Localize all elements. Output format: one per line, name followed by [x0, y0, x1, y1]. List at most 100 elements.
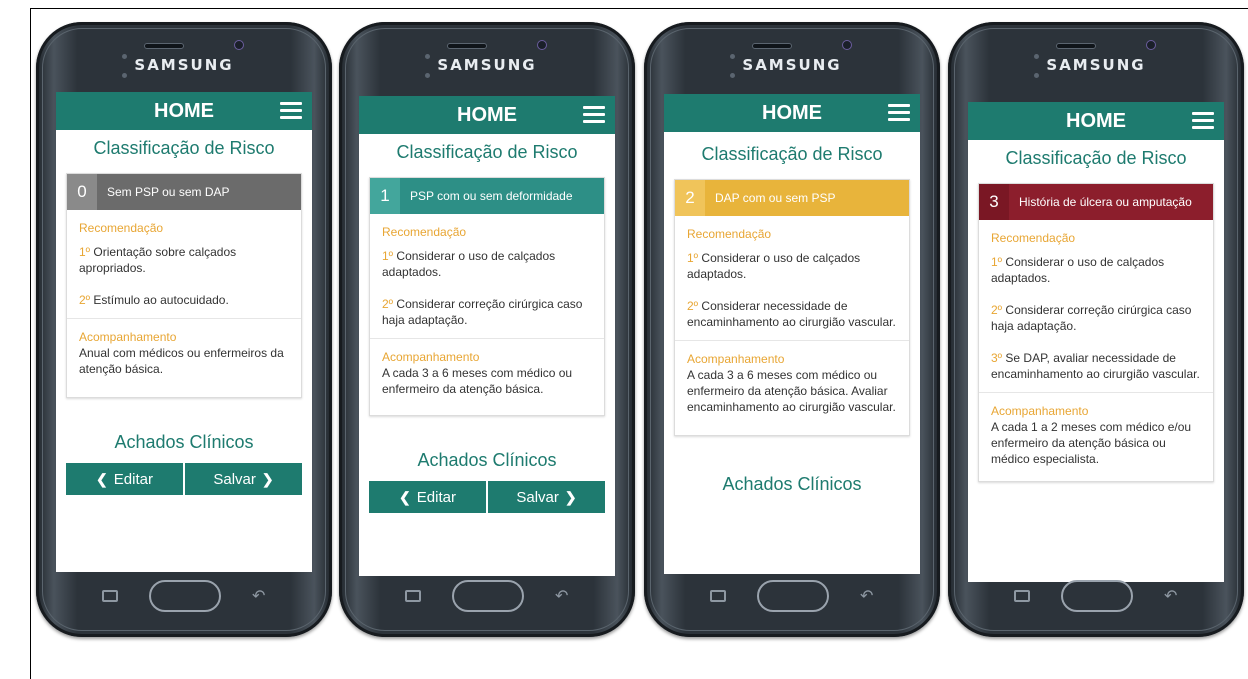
follow-up-title: Acompanhamento: [79, 330, 177, 344]
clinical-findings-title: Achados Clínicos: [114, 432, 254, 452]
item-text: Considerar o uso de calçados adaptados.: [382, 249, 556, 279]
risk-card: 1 PSP com ou sem deformidade Recomendaçã…: [369, 177, 605, 416]
follow-up-title: Acompanhamento: [687, 352, 785, 366]
follow-up-section: Acompanhamento A cada 1 a 2 meses com mé…: [979, 392, 1213, 481]
recommendation-title: Recomendação: [687, 227, 772, 241]
risk-level-label: DAP com ou sem PSP: [715, 191, 836, 205]
phone-1: SAMSUNG HOME Classificação de Risco 1 PS…: [339, 22, 635, 637]
app-title: HOME: [762, 102, 822, 124]
chevron-left-icon: ❮: [96, 470, 108, 487]
risk-level-number: 2: [675, 180, 705, 216]
follow-up-text: A cada 3 a 6 meses com médico ou enferme…: [687, 368, 896, 414]
risk-level-label: Sem PSP ou sem DAP: [107, 185, 230, 199]
back-icon[interactable]: ↶: [252, 586, 265, 605]
follow-up-text: A cada 1 a 2 meses com médico e/ou enfer…: [991, 420, 1192, 466]
item-ordinal: 1º: [79, 245, 91, 259]
save-button[interactable]: Salvar ❯: [486, 481, 605, 513]
recommendation-item: 1º Considerar o uso de calçados adaptado…: [382, 248, 592, 280]
home-button[interactable]: [1061, 580, 1133, 612]
recent-apps-icon[interactable]: [102, 590, 118, 602]
hardware-nav: ↶: [948, 578, 1244, 618]
item-ordinal: 3º: [991, 351, 1003, 365]
recent-apps-icon[interactable]: [405, 590, 421, 602]
page-title: Classificação de Risco: [701, 144, 883, 164]
hardware-nav: ↶: [339, 578, 635, 618]
item-ordinal: 2º: [687, 299, 699, 313]
hamburger-menu-icon[interactable]: [1192, 112, 1214, 130]
item-ordinal: 1º: [687, 251, 699, 265]
item-text: Considerar correção cirúrgica caso haja …: [382, 297, 583, 327]
page-title: Classificação de Risco: [93, 138, 275, 158]
risk-level-header: 3 História de úlcera ou amputação: [979, 184, 1213, 220]
chevron-right-icon: ❯: [261, 470, 274, 487]
risk-level-label: História de úlcera ou amputação: [1019, 195, 1192, 209]
back-icon[interactable]: ↶: [1164, 586, 1177, 605]
risk-card: 3 História de úlcera ou amputação Recome…: [978, 183, 1214, 482]
front-camera: [1146, 40, 1156, 50]
edit-button[interactable]: ❮ Editar: [66, 463, 183, 495]
app-bar: HOME: [359, 96, 615, 134]
risk-level-header: 1 PSP com ou sem deformidade: [370, 178, 604, 214]
risk-card: 2 DAP com ou sem PSP Recomendação 1º Con…: [674, 179, 910, 436]
follow-up-title: Acompanhamento: [991, 404, 1089, 418]
hamburger-menu-icon[interactable]: [583, 106, 605, 124]
page-title: Classificação de Risco: [396, 142, 578, 162]
earpiece-speaker: [447, 43, 487, 49]
home-button[interactable]: [757, 580, 829, 612]
recommendation-item: 1º Considerar o uso de calçados adaptado…: [687, 250, 897, 282]
save-label: Salvar: [516, 488, 559, 506]
back-icon[interactable]: ↶: [860, 586, 873, 605]
screen: HOME Classificação de Risco 2 DAP com ou…: [664, 94, 920, 574]
screen: HOME Classificação de Risco 1 PSP com ou…: [359, 96, 615, 576]
item-ordinal: 2º: [382, 297, 394, 311]
item-text: Orientação sobre calçados apropriados.: [79, 245, 237, 275]
app-title: HOME: [154, 100, 214, 122]
item-ordinal: 2º: [991, 303, 1003, 317]
recommendation-item: 3º Se DAP, avaliar necessidade de encami…: [991, 350, 1201, 382]
phone-2: SAMSUNG HOME Classificação de Risco 2 DA…: [644, 22, 940, 637]
follow-up-section: Acompanhamento A cada 3 a 6 meses com mé…: [675, 340, 909, 435]
hardware-nav: ↶: [36, 578, 332, 618]
recent-apps-icon[interactable]: [1014, 590, 1030, 602]
home-button[interactable]: [149, 580, 221, 612]
phone-3: SAMSUNG HOME Classificação de Risco 3 Hi…: [948, 22, 1244, 637]
risk-level-number: 3: [979, 184, 1009, 220]
item-ordinal: 1º: [991, 255, 1003, 269]
brand-logo: SAMSUNG: [742, 56, 842, 74]
sensor-dots: [730, 44, 742, 78]
back-icon[interactable]: ↶: [555, 586, 568, 605]
recommendation-item: 2º Estímulo ao autocuidado.: [79, 292, 289, 308]
action-buttons: ❮ Editar Salvar ❯: [66, 463, 302, 495]
earpiece-speaker: [752, 43, 792, 49]
recommendation-title: Recomendação: [79, 221, 164, 235]
item-text: Estímulo ao autocuidado.: [90, 293, 229, 307]
follow-up-text: Anual com médicos ou enfermeiros da aten…: [79, 346, 284, 376]
recommendation-item: 2º Considerar necessidade de encaminhame…: [687, 298, 897, 330]
save-label: Salvar: [213, 470, 256, 488]
home-button[interactable]: [452, 580, 524, 612]
item-ordinal: 1º: [382, 249, 394, 263]
clinical-findings-title: Achados Clínicos: [722, 474, 862, 494]
hamburger-menu-icon[interactable]: [280, 102, 302, 120]
recommendation-section: Recomendação 1º Considerar o uso de calç…: [370, 214, 604, 338]
hardware-nav: ↶: [644, 578, 940, 618]
sensor-dots: [1034, 44, 1046, 78]
sensor-dots: [122, 44, 134, 78]
hamburger-menu-icon[interactable]: [888, 104, 910, 122]
edit-label: Editar: [113, 470, 153, 488]
earpiece-speaker: [1056, 43, 1096, 49]
clinical-findings-title: Achados Clínicos: [417, 450, 557, 470]
edit-button[interactable]: ❮ Editar: [369, 481, 486, 513]
risk-level-number: 0: [67, 174, 97, 210]
chevron-right-icon: ❯: [564, 488, 577, 505]
risk-level-label: PSP com ou sem deformidade: [410, 189, 573, 203]
item-text: Considerar o uso de calçados adaptados.: [687, 251, 861, 281]
app-bar: HOME: [56, 92, 312, 130]
recommendation-item: 2º Considerar correção cirúrgica caso ha…: [991, 302, 1201, 334]
recent-apps-icon[interactable]: [710, 590, 726, 602]
recommendation-section: Recomendação 1º Considerar o uso de calç…: [979, 220, 1213, 392]
save-button[interactable]: Salvar ❯: [183, 463, 302, 495]
app-bar: HOME: [664, 94, 920, 132]
earpiece-speaker: [144, 43, 184, 49]
risk-card: 0 Sem PSP ou sem DAP Recomendação 1º Ori…: [66, 173, 302, 398]
